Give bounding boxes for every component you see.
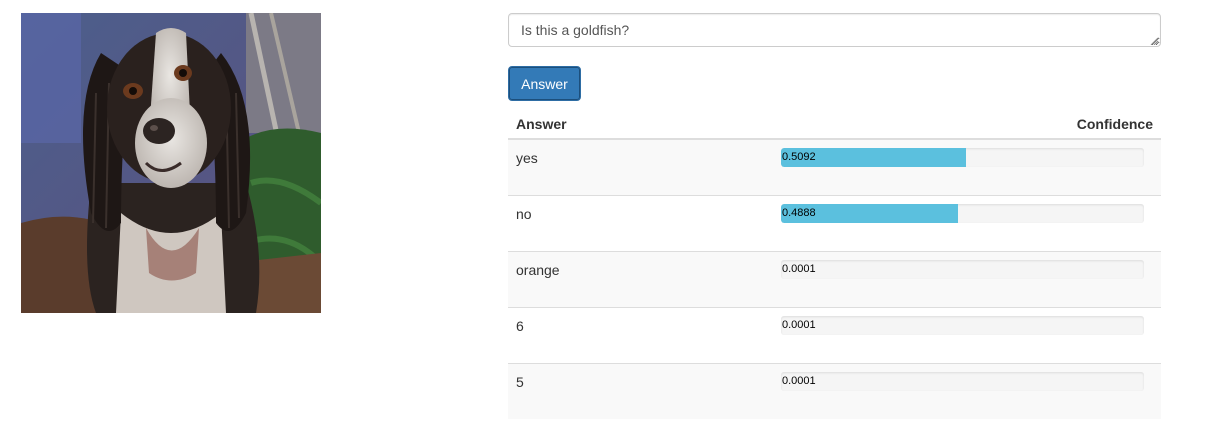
confidence-bar: 0.0001 (781, 315, 1144, 335)
confidence-value: 0.0001 (782, 262, 816, 275)
question-input[interactable]: Is this a goldfish? (508, 13, 1161, 47)
result-row: orange 0.0001 (508, 250, 1161, 307)
answer-cell: yes (508, 138, 773, 195)
confidence-cell: 0.0001 (773, 306, 1161, 363)
vqa-demo-page: Is this a goldfish? Answer Answer Confid… (0, 0, 1222, 425)
confidence-column-header: Confidence (773, 109, 1161, 140)
answer-cell: no (508, 194, 773, 251)
confidence-cell: 0.0001 (773, 362, 1161, 419)
results-header-row: Answer Confidence (508, 109, 1161, 140)
result-row: 6 0.0001 (508, 306, 1161, 363)
confidence-value: 0.5092 (782, 151, 816, 163)
dog-photo (21, 13, 321, 313)
confidence-cell: 0.5092 (773, 138, 1161, 195)
confidence-bar: 0.0001 (781, 371, 1144, 391)
confidence-bar: 0.0001 (781, 259, 1144, 279)
answer-cell: 6 (508, 306, 773, 363)
confidence-value: 0.0001 (782, 318, 816, 331)
confidence-bar: 0.5092 (781, 148, 1144, 167)
qa-panel: Is this a goldfish? Answer Answer Confid… (508, 13, 1161, 419)
answer-cell: 5 (508, 362, 773, 419)
result-row: yes 0.5092 (508, 138, 1161, 195)
confidence-value: 0.4888 (782, 206, 816, 219)
result-row: 5 0.0001 (508, 362, 1161, 419)
confidence-cell: 0.0001 (773, 250, 1161, 307)
dog-photo-illustration (21, 13, 321, 313)
answer-cell: orange (508, 250, 773, 307)
result-row: no 0.4888 (508, 194, 1161, 251)
answer-button[interactable]: Answer (508, 66, 581, 101)
confidence-bar: 0.4888 (781, 203, 1144, 223)
answer-column-header: Answer (508, 109, 773, 140)
confidence-cell: 0.4888 (773, 194, 1161, 251)
confidence-value: 0.0001 (782, 374, 816, 387)
results-table: Answer Confidence yes 0.5092 no 0.4888 o… (508, 109, 1161, 419)
